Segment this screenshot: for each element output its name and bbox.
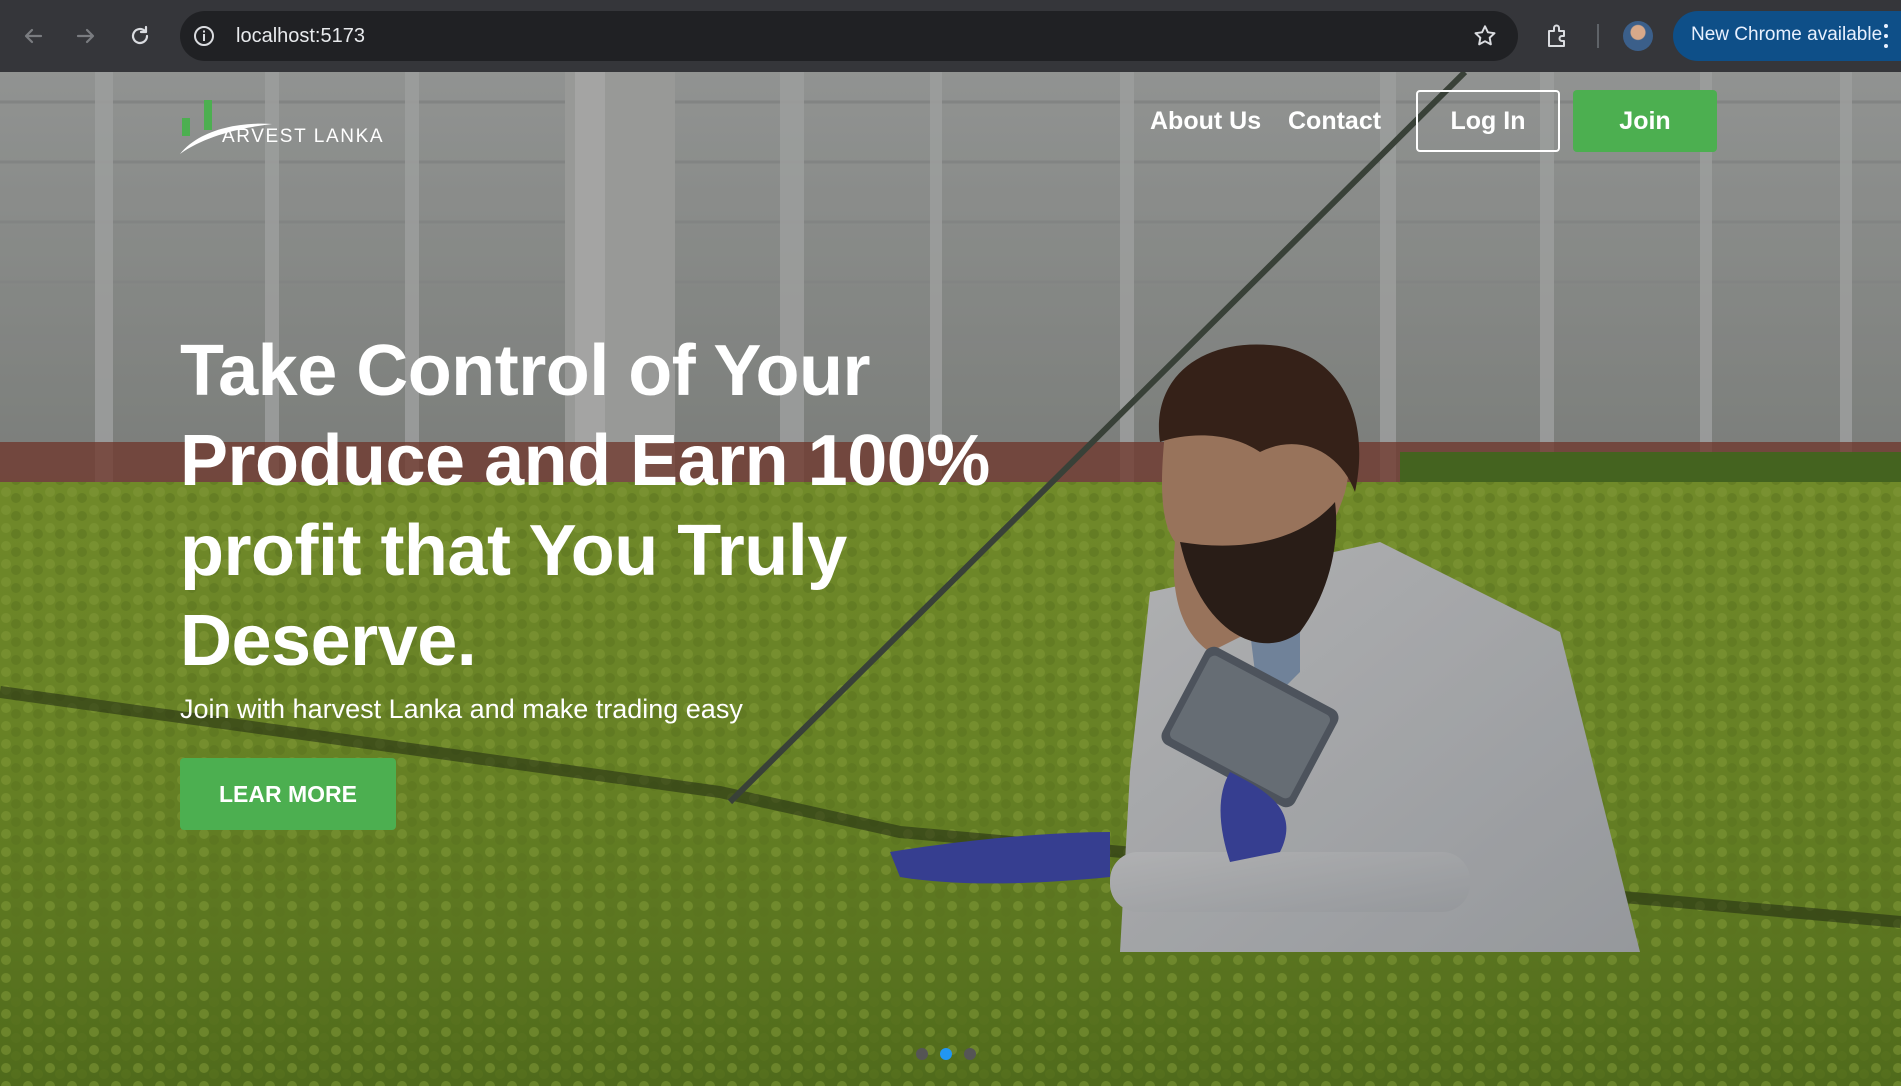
learn-more-button[interactable]: LEAR MORE	[180, 758, 396, 830]
kebab-menu-icon[interactable]	[1883, 24, 1889, 48]
back-button[interactable]	[17, 20, 49, 52]
login-button[interactable]: Log In	[1416, 90, 1560, 152]
carousel-dot-active[interactable]	[940, 1048, 952, 1060]
carousel-dot[interactable]	[964, 1048, 976, 1060]
forward-arrow-icon	[76, 28, 95, 44]
url-text[interactable]: localhost:5173	[236, 23, 365, 49]
extensions-icon[interactable]	[1544, 22, 1572, 50]
page-viewport: ARVEST LANKA About Us Contact Log In Joi…	[0, 72, 1901, 1086]
back-arrow-icon	[24, 28, 43, 44]
star-icon[interactable]	[1472, 23, 1498, 49]
carousel-indicators	[916, 1048, 976, 1060]
address-bar[interactable]: localhost:5173	[180, 11, 1518, 61]
update-label: New Chrome available	[1691, 24, 1883, 45]
nav-about-link[interactable]: About Us	[1150, 104, 1261, 138]
nav-contact-link[interactable]: Contact	[1288, 104, 1381, 138]
brand-name: ARVEST LANKA	[222, 126, 385, 147]
info-icon[interactable]	[192, 24, 216, 48]
browser-toolbar: localhost:5173 New Chrome available	[0, 0, 1901, 72]
carousel-dot[interactable]	[916, 1048, 928, 1060]
profile-avatar[interactable]	[1623, 21, 1653, 51]
forward-button[interactable]	[70, 20, 102, 52]
chrome-update-button[interactable]: New Chrome available	[1673, 11, 1901, 61]
join-button[interactable]: Join	[1573, 90, 1717, 152]
reload-button[interactable]	[124, 20, 156, 52]
reload-icon	[131, 25, 149, 45]
hero-subline: Join with harvest Lanka and make trading…	[180, 694, 743, 724]
toolbar-separator	[1597, 24, 1599, 48]
hero-headline: Take Control of Your Produce and Earn 10…	[180, 331, 990, 681]
